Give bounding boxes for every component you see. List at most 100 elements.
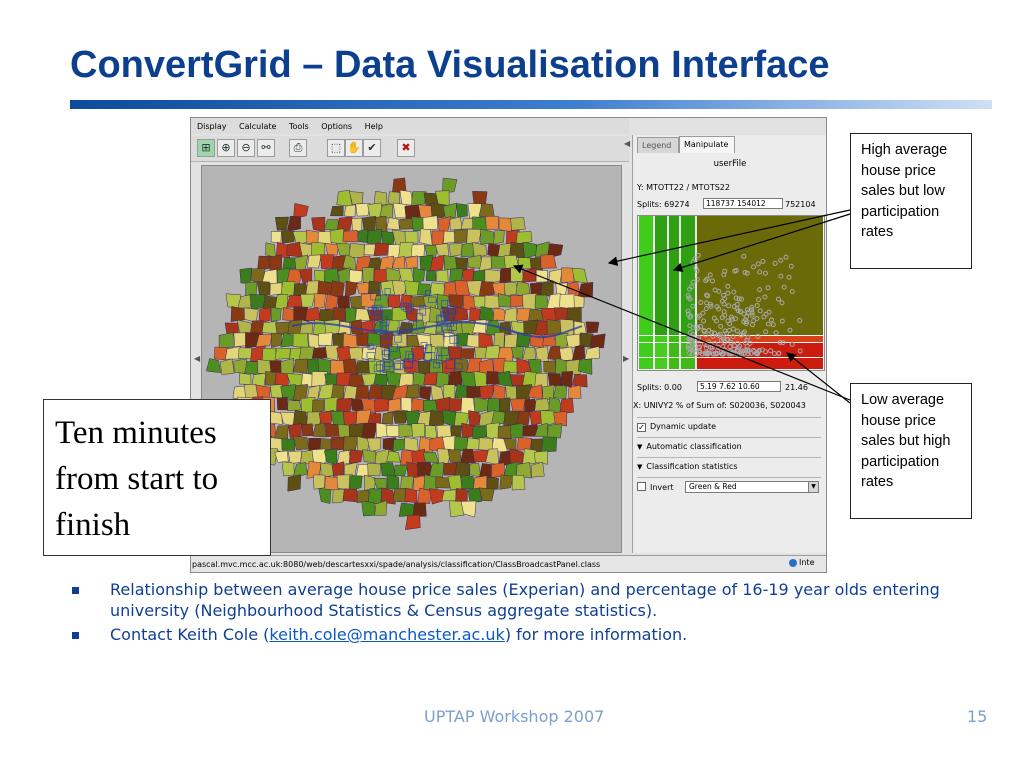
pan-icon[interactable]: ✋ — [345, 139, 363, 157]
map-ward-cell — [361, 422, 378, 440]
map-ward-cell — [286, 294, 303, 308]
y-attribute-label: Y: MTOTT22 / MTOTS22 — [637, 183, 730, 192]
contact-email-link[interactable]: keith.cole@manchester.ac.uk — [269, 625, 504, 644]
map-ward-cell — [318, 383, 334, 400]
map-ward-cell — [441, 489, 457, 502]
menu-options[interactable]: Options — [315, 118, 356, 131]
invert-checkbox[interactable] — [637, 482, 646, 491]
map-ward-cell — [292, 435, 310, 451]
map-ward-cell — [399, 217, 415, 230]
map-ward-cell — [568, 384, 582, 399]
map-ward-cell — [419, 386, 432, 401]
map-ward-cell — [449, 216, 463, 231]
map-ward-cell — [387, 398, 402, 413]
expand-triangle-icon[interactable]: ▼ — [637, 463, 642, 471]
map-ward-cell — [436, 424, 452, 439]
class-block — [639, 343, 653, 357]
map-ward-cell — [398, 502, 415, 517]
map-ward-cell — [219, 358, 235, 375]
invert-row: Invert Green & Red ▼ — [637, 477, 821, 493]
map-ward-cell — [559, 293, 576, 310]
map-ward-cell — [331, 384, 345, 400]
class-block — [639, 336, 653, 342]
map-ward-cell — [460, 397, 476, 414]
scroll-right-icon[interactable]: ▶ — [623, 354, 629, 363]
map-ward-cell — [374, 448, 389, 465]
map-ward-cell — [311, 216, 326, 232]
map-ward-cell — [274, 347, 291, 360]
map-ward-cell — [381, 231, 395, 246]
classification-scatterplot[interactable] — [637, 215, 825, 371]
map-ward-cell — [552, 385, 567, 400]
map-ward-cell — [373, 242, 390, 256]
map-ward-cell — [511, 346, 524, 359]
map-ward-cell — [269, 282, 283, 296]
map-ward-cell — [522, 346, 536, 361]
map-ward-cell — [585, 321, 600, 334]
classification-statistics-label: Classification statistics — [646, 462, 738, 471]
expand-triangle-icon[interactable]: ▼ — [637, 443, 642, 451]
collapse-arrow-icon[interactable]: ◀ — [624, 139, 630, 148]
map-ward-cell — [356, 281, 370, 294]
menu-display[interactable]: Display — [191, 118, 231, 131]
map-ward-cell — [499, 474, 514, 490]
x-splits-end: 21.46 — [785, 383, 808, 392]
scroll-left-icon[interactable]: ◀ — [194, 354, 200, 363]
menu-tools[interactable]: Tools — [283, 118, 313, 131]
auto-classification-row[interactable]: ▼ Automatic classification — [637, 437, 821, 453]
map-ward-cell — [261, 347, 278, 362]
map-ward-cell — [356, 489, 370, 504]
menu-help[interactable]: Help — [359, 118, 387, 131]
map-ward-cell — [584, 346, 600, 360]
tab-legend[interactable]: Legend — [637, 137, 679, 153]
check-icon[interactable]: ✔ — [363, 139, 381, 157]
chevron-down-icon[interactable]: ▼ — [808, 482, 818, 492]
select-icon[interactable]: ⬚ — [327, 139, 345, 157]
print-icon[interactable]: ⎙ — [289, 139, 307, 157]
map-ward-cell — [571, 267, 588, 284]
menu-calculate[interactable]: Calculate — [233, 118, 280, 131]
map-ward-cell — [448, 346, 462, 360]
map-ward-cell — [435, 269, 449, 283]
dynamic-update-checkbox[interactable]: ✓ — [637, 423, 646, 432]
y-splits-input[interactable]: 118737 154012 — [703, 198, 783, 209]
map-ward-cell — [460, 348, 475, 360]
map-ward-cell — [287, 400, 302, 412]
map-ward-cell — [312, 346, 328, 359]
close-icon[interactable]: ✖ — [397, 139, 415, 157]
zoom-in-icon[interactable]: ⊕ — [217, 139, 235, 157]
class-block — [681, 358, 695, 369]
map-ward-cell — [342, 229, 359, 243]
map-ward-cell — [560, 371, 574, 388]
map-ward-cell — [270, 231, 282, 244]
zoom-extent-icon[interactable]: ⊞ — [197, 139, 215, 157]
map-ward-cell — [324, 267, 340, 284]
class-block — [669, 216, 679, 335]
map-ward-cell — [547, 423, 563, 439]
class-block — [639, 216, 653, 335]
tab-manipulate[interactable]: Manipulate — [679, 136, 735, 153]
map-ward-cell — [423, 372, 438, 386]
class-blocks — [639, 216, 823, 369]
classification-statistics-row[interactable]: ▼ Classification statistics — [637, 457, 821, 473]
dynamic-update-row[interactable]: ✓ Dynamic update — [637, 417, 821, 433]
map-ward-cell — [313, 293, 326, 310]
map-ward-cell — [422, 451, 440, 464]
map-ward-cell — [571, 344, 585, 361]
palette-select[interactable]: Green & Red ▼ — [685, 481, 819, 493]
map-ward-cell — [386, 450, 401, 463]
map-ward-cell — [351, 217, 363, 232]
map-ward-cell — [348, 242, 365, 258]
map-ward-cell — [344, 204, 356, 218]
map-ward-cell — [497, 425, 513, 439]
binoculars-icon[interactable]: ⚯ — [257, 139, 275, 157]
map-ward-cell — [311, 399, 325, 414]
x-splits-input[interactable]: 5.19 7.62 10.60 — [697, 381, 781, 392]
map-ward-cell — [243, 307, 259, 323]
map-ward-cell — [485, 215, 499, 231]
app-window: Display Calculate Tools Options Help ⊞ ⊕… — [190, 117, 827, 573]
map-ward-cell — [317, 230, 333, 245]
zoom-out-icon[interactable]: ⊖ — [237, 139, 255, 157]
slide-title: ConvertGrid – Data Visualisation Interfa… — [70, 44, 830, 86]
map-ward-cell — [268, 254, 283, 272]
